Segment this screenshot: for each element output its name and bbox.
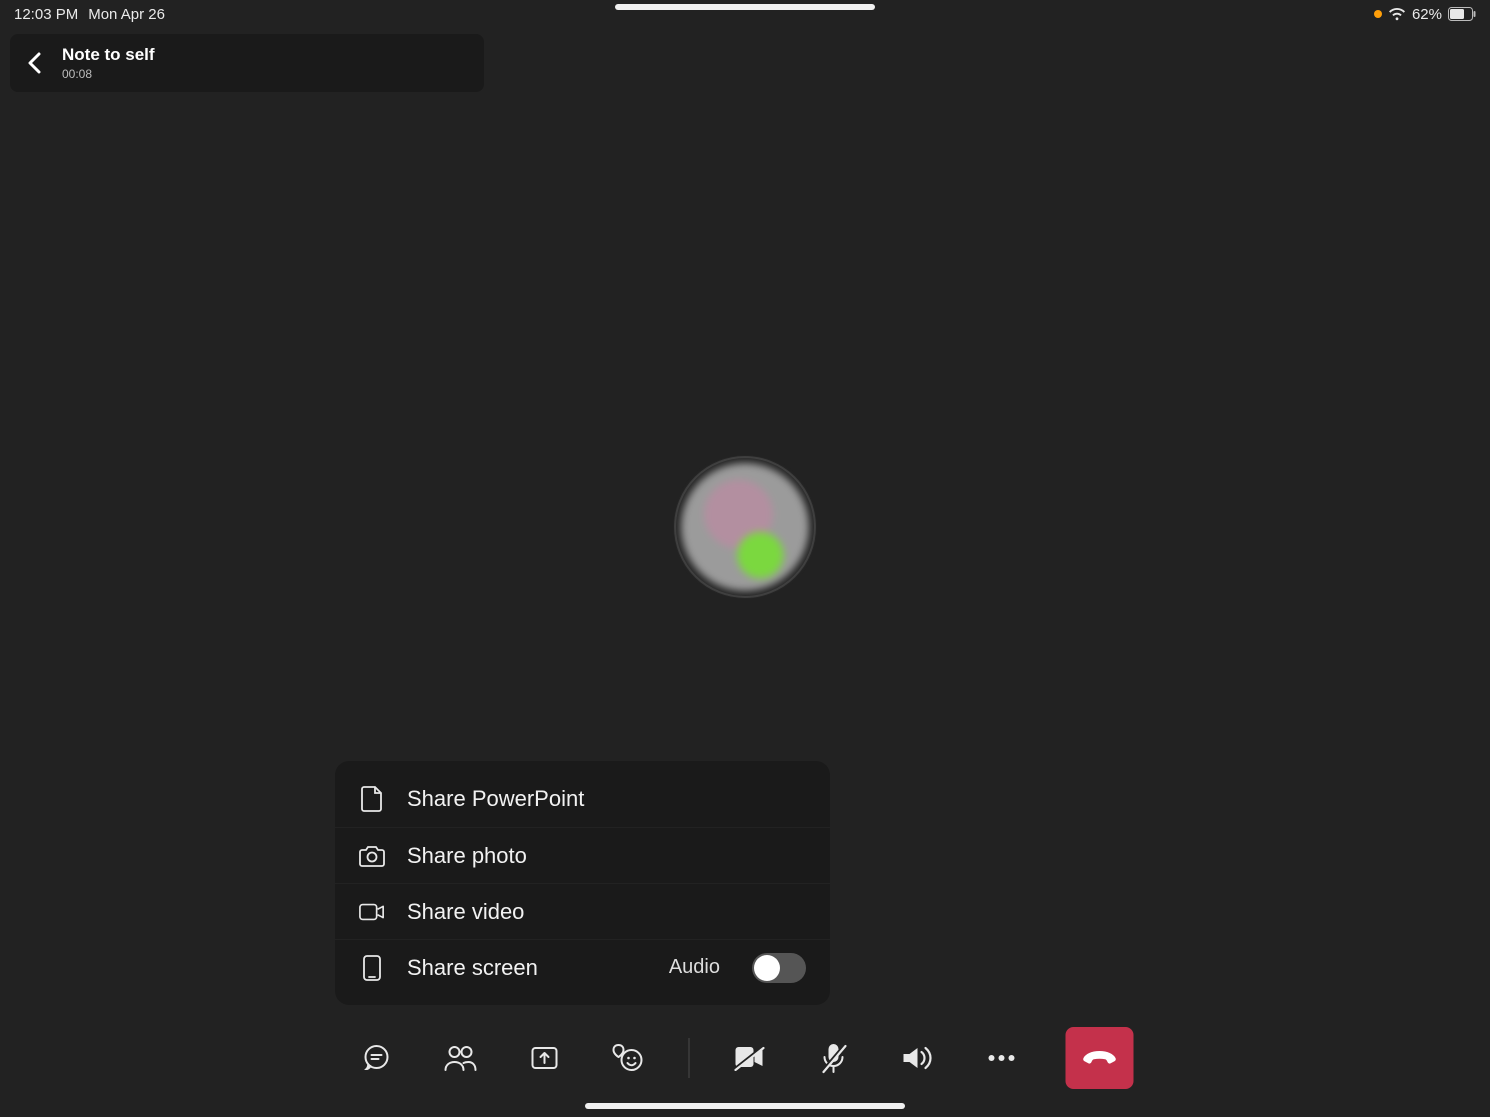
document-icon <box>359 786 385 812</box>
reactions-button[interactable] <box>609 1038 649 1078</box>
camera-toggle-button[interactable] <box>730 1038 770 1078</box>
people-button[interactable] <box>441 1038 481 1078</box>
status-right: 62% <box>1374 6 1476 23</box>
home-indicator-bottom[interactable] <box>585 1103 905 1109</box>
ellipsis-icon <box>988 1054 1016 1062</box>
battery-percent: 62% <box>1412 6 1442 23</box>
camera-off-icon <box>733 1045 767 1071</box>
call-header[interactable]: Note to self 00:08 <box>10 34 484 92</box>
share-photo-label: Share photo <box>407 843 806 869</box>
toolbar-divider <box>689 1038 690 1078</box>
share-video-row[interactable]: Share video <box>335 883 830 939</box>
back-chevron-icon[interactable] <box>22 51 46 75</box>
avatar-ring <box>674 456 816 598</box>
hangup-icon <box>1082 1049 1118 1067</box>
share-powerpoint-label: Share PowerPoint <box>407 786 806 812</box>
chat-button[interactable] <box>357 1038 397 1078</box>
share-screen-label: Share screen <box>407 955 647 981</box>
share-menu: Share PowerPoint Share photo Share video… <box>335 761 830 1005</box>
audio-toggle-label: Audio <box>669 956 720 979</box>
mic-toggle-button[interactable] <box>814 1038 854 1078</box>
share-photo-row[interactable]: Share photo <box>335 827 830 883</box>
audio-toggle[interactable] <box>752 953 806 983</box>
call-toolbar <box>357 1027 1134 1089</box>
status-left: 12:03 PM Mon Apr 26 <box>14 6 165 23</box>
share-screen-row[interactable]: Share screen Audio <box>335 939 830 995</box>
avatar <box>681 463 809 591</box>
share-tray-icon <box>530 1043 560 1073</box>
chat-icon <box>362 1043 392 1073</box>
share-powerpoint-row[interactable]: Share PowerPoint <box>335 771 830 827</box>
hangup-button[interactable] <box>1066 1027 1134 1089</box>
call-header-text: Note to self 00:08 <box>62 45 155 81</box>
share-button[interactable] <box>525 1038 565 1078</box>
home-indicator-top <box>615 4 875 10</box>
recording-indicator-dot <box>1374 10 1382 18</box>
audio-toggle-knob <box>754 955 780 981</box>
call-timer: 00:08 <box>62 67 155 81</box>
speaker-icon <box>902 1044 934 1072</box>
status-time: 12:03 PM <box>14 6 78 23</box>
reactions-icon <box>613 1043 645 1073</box>
phone-device-icon <box>359 955 385 981</box>
mic-off-icon <box>821 1042 847 1074</box>
call-title: Note to self <box>62 45 155 65</box>
battery-icon <box>1448 7 1476 21</box>
video-icon <box>359 899 385 925</box>
wifi-icon <box>1388 7 1406 21</box>
speaker-button[interactable] <box>898 1038 938 1078</box>
more-button[interactable] <box>982 1038 1022 1078</box>
camera-icon <box>359 843 385 869</box>
people-icon <box>444 1044 478 1072</box>
status-date: Mon Apr 26 <box>88 6 165 23</box>
share-video-label: Share video <box>407 899 806 925</box>
